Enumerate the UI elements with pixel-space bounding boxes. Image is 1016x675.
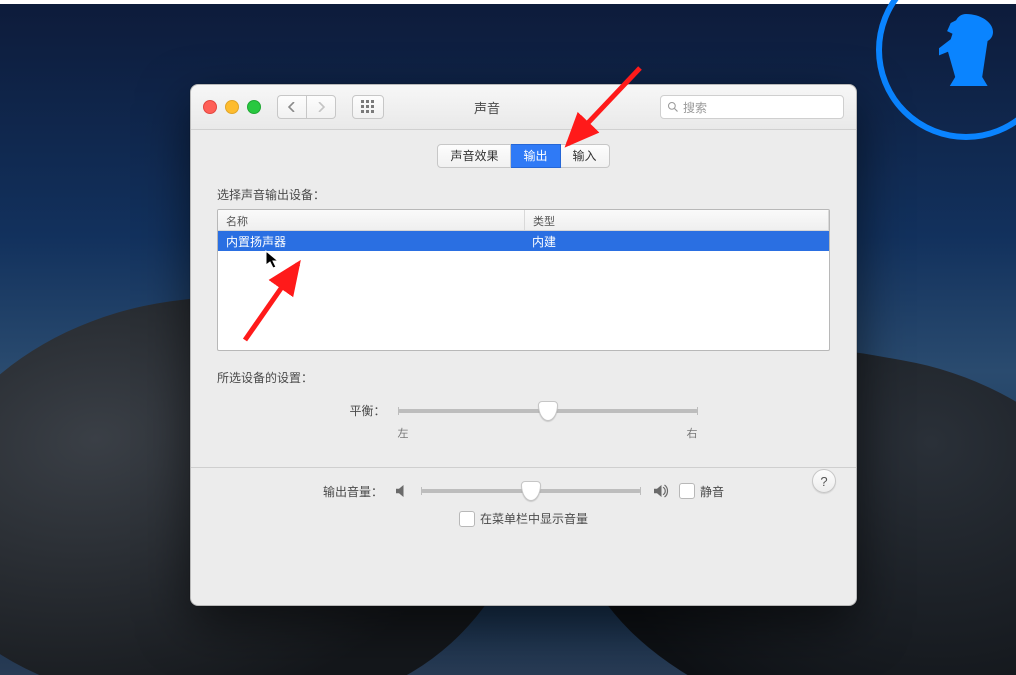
tab-input[interactable]: 输入 (561, 144, 610, 168)
device-name: 内置扬声器 (218, 231, 524, 251)
sound-preferences-window: 声音 搜索 声音效果 输出 输入 选择声音输出设备： 名称 类型 内置扬声器 (190, 84, 857, 606)
balance-thumb[interactable] (538, 401, 558, 421)
device-row-internal-speakers[interactable]: 内置扬声器 内建 (218, 231, 829, 251)
help-button[interactable]: ? (812, 469, 836, 493)
balance-right-label: 右 (687, 425, 698, 441)
chevron-left-icon (288, 102, 296, 112)
balance-left-label: 左 (398, 425, 409, 441)
desktop-background: 声音 搜索 声音效果 输出 输入 选择声音输出设备： 名称 类型 内置扬声器 (0, 0, 1016, 675)
device-table[interactable]: 名称 类型 内置扬声器 内建 (217, 209, 830, 351)
tab-bar: 声音效果 输出 输入 (217, 144, 830, 168)
back-button[interactable] (277, 95, 306, 119)
output-volume-row: 输出音量： 静音 (217, 482, 830, 500)
balance-row: 平衡： (217, 402, 830, 419)
output-volume-label: 输出音量： (323, 483, 383, 500)
screen-top-edge (0, 0, 1016, 4)
corner-badge (876, 0, 1016, 140)
balance-slider[interactable] (398, 409, 698, 413)
window-title: 声音 (324, 98, 650, 117)
zoom-button[interactable] (247, 100, 261, 114)
search-placeholder: 搜索 (683, 99, 707, 116)
search-icon (667, 101, 679, 113)
column-type[interactable]: 类型 (525, 210, 829, 230)
traffic-lights (203, 100, 261, 114)
divider (191, 467, 856, 468)
device-type: 内建 (524, 231, 829, 251)
device-table-header: 名称 类型 (218, 210, 829, 231)
output-volume-slider[interactable] (421, 489, 641, 493)
balance-lr-labels: 左 右 (217, 425, 830, 441)
column-name[interactable]: 名称 (218, 210, 525, 230)
choose-device-label: 选择声音输出设备： (217, 186, 830, 203)
selected-device-settings-label: 所选设备的设置： (217, 369, 830, 386)
knight-icon (921, 5, 1011, 95)
tab-sound-effects[interactable]: 声音效果 (437, 144, 511, 168)
speaker-high-icon (651, 482, 669, 500)
volume-thumb[interactable] (521, 481, 541, 501)
close-button[interactable] (203, 100, 217, 114)
mute-checkbox[interactable]: 静音 (679, 483, 724, 500)
search-field[interactable]: 搜索 (660, 95, 844, 119)
minimize-button[interactable] (225, 100, 239, 114)
titlebar: 声音 搜索 (191, 85, 856, 130)
balance-label: 平衡： (349, 402, 385, 419)
speaker-low-icon (393, 482, 411, 500)
tab-output[interactable]: 输出 (511, 144, 560, 168)
window-body: 声音效果 输出 输入 选择声音输出设备： 名称 类型 内置扬声器 内建 所选设备… (191, 130, 856, 545)
show-volume-in-menubar[interactable]: 在菜单栏中显示音量 (217, 510, 830, 527)
